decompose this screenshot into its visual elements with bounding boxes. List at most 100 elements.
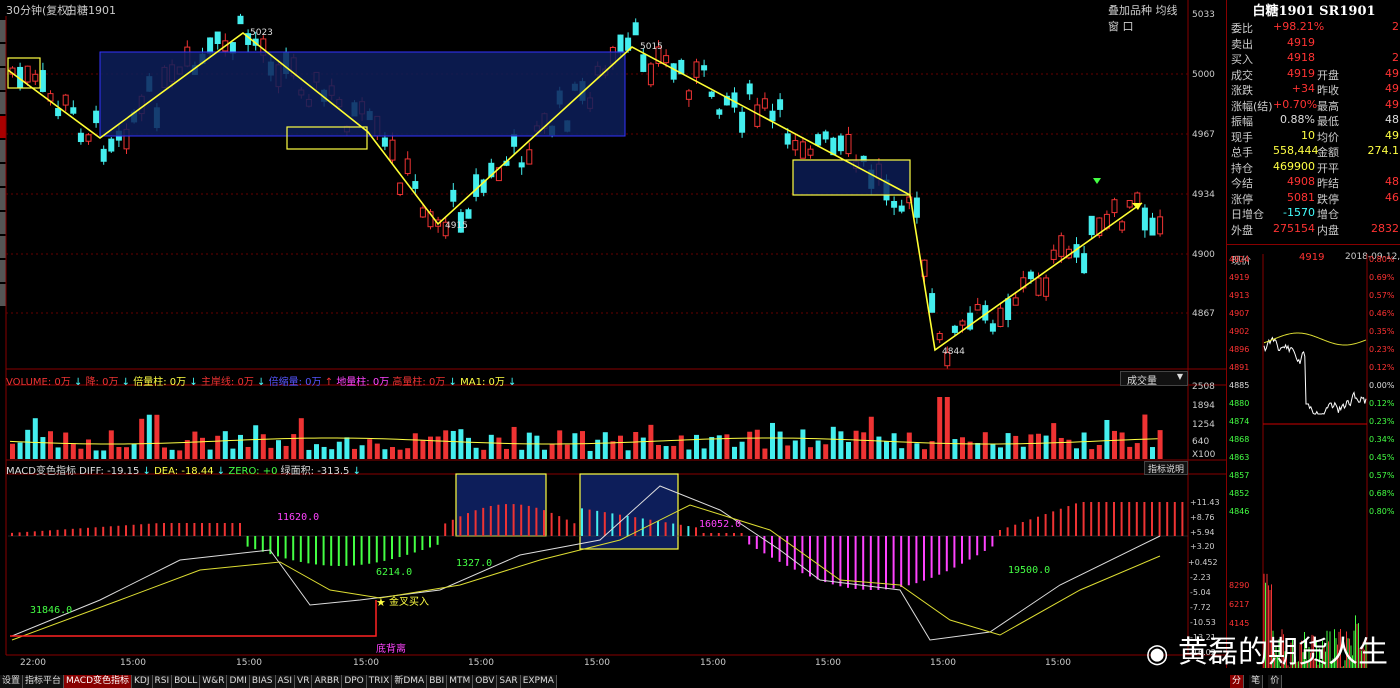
quote-value: 5081 <box>1287 190 1315 204</box>
time-tick: 15:00 <box>353 658 379 668</box>
candle-body <box>708 91 715 97</box>
candle-body <box>518 162 525 168</box>
candle-body <box>761 98 768 109</box>
volume-bar <box>321 446 327 459</box>
mini-right-tick: 0.34% <box>1369 435 1395 444</box>
volume-tick: 1254 <box>1192 420 1215 430</box>
price-mark: 4844 <box>942 347 965 357</box>
price-tick: 4967 <box>1192 130 1215 140</box>
legend-item: 地量柱: 0万 <box>336 377 390 388</box>
candle-body <box>1126 199 1133 208</box>
volume-bar <box>1043 435 1049 459</box>
volume-bar <box>488 434 494 459</box>
mini-left-tick: 4863 <box>1229 453 1249 462</box>
volume-bar <box>139 418 145 459</box>
volume-bar <box>1051 423 1057 459</box>
volume-bar <box>1150 447 1155 459</box>
macd-highlight-box <box>579 473 679 550</box>
candle-body <box>100 148 107 162</box>
volume-bar <box>990 444 996 459</box>
candle-body <box>754 104 761 127</box>
candle-body <box>1035 277 1042 296</box>
watermark: ◉ 黄磊的期货人生 <box>1146 627 1388 671</box>
quote-row: 现手 10 均价 49 <box>1227 129 1400 144</box>
mini-right-tick: 0.12% <box>1369 399 1395 408</box>
candle-body <box>419 207 426 218</box>
volume-bar <box>86 439 91 459</box>
volume-tick: 640 <box>1192 437 1209 447</box>
candle-body <box>1050 249 1057 260</box>
mini-right-tick: 0.35% <box>1369 327 1395 336</box>
volume-bar <box>496 437 502 459</box>
volume-bar <box>344 437 350 459</box>
candle-body <box>898 205 905 212</box>
volume-bar <box>656 444 661 459</box>
candle-body <box>389 139 396 161</box>
legend-item: ZERO: +0 <box>228 466 278 477</box>
legend-item: ↓ <box>352 466 362 477</box>
mini-vol-tick: 6217 <box>1229 600 1249 609</box>
volume-bar <box>777 431 783 459</box>
volume-bar <box>260 434 266 459</box>
volume-bar <box>48 431 53 459</box>
candle-body <box>70 107 77 114</box>
volume-bar <box>428 436 433 459</box>
quote-extra: 48 <box>1385 175 1399 188</box>
macd-tick: +0.452 <box>1188 558 1218 567</box>
macd-annotation: 19500.0 <box>1008 565 1050 576</box>
quote-label: 振幅 <box>1231 115 1253 128</box>
candle-body <box>1058 235 1065 257</box>
volume-bar <box>511 426 517 459</box>
quote-row: 成交 4919 开盘 49 <box>1227 67 1400 82</box>
volume-bar <box>587 450 593 459</box>
volume-bar <box>268 447 274 459</box>
candle-body <box>807 148 814 156</box>
quote-row: 涨停 5081 跌停 46 <box>1227 191 1400 206</box>
mini-left-tick: 4880 <box>1229 399 1249 408</box>
intraday-mini-chart[interactable]: 4924 4919 4913 4907 4902 4896 4891 4885 4880 4874… <box>1227 254 1400 668</box>
volume-bar <box>17 442 23 459</box>
volume-bar <box>709 436 715 459</box>
volume-bar <box>808 447 813 459</box>
candle-body <box>830 137 837 156</box>
volume-bar <box>830 426 836 459</box>
legend-item: 高量柱: 0万 <box>392 377 446 388</box>
volume-bar <box>1028 434 1034 459</box>
main-chart[interactable]: 5023 5015 4915 4844 5033 5000 4967 4934 … <box>0 0 1226 668</box>
candle-body <box>913 197 920 218</box>
volume-bar <box>473 447 479 459</box>
volume-bar <box>481 449 487 459</box>
volume-bar <box>747 431 753 459</box>
quote-row: 持仓 469900 开平 <box>1227 160 1400 175</box>
macd-annotation: 1327.0 <box>456 558 492 569</box>
volume-bar <box>671 445 677 459</box>
quote-extra: 49 <box>1385 97 1399 111</box>
volume-bar <box>200 437 205 459</box>
candle-body <box>1027 271 1034 280</box>
volume-bar <box>580 431 585 459</box>
indicator-help-button[interactable]: 指标说明 <box>1144 461 1188 475</box>
candle-body <box>381 137 388 147</box>
volume-bar <box>276 440 281 459</box>
volume-bar <box>443 430 449 459</box>
quote-row: 买入 4918 2 <box>1227 51 1400 66</box>
candle-body <box>685 90 692 100</box>
volume-bar <box>222 431 228 459</box>
volume-bar <box>686 449 692 459</box>
quote-extra: 46 <box>1385 190 1399 204</box>
candle-body <box>746 83 753 95</box>
macd-tick: +8.76 <box>1190 513 1215 522</box>
volume-bar <box>215 435 221 459</box>
mini-left-tick: 4919 <box>1229 273 1249 282</box>
quote-label: 持仓 <box>1231 161 1253 175</box>
quote-value: 469900 <box>1273 159 1315 173</box>
volume-bar <box>207 449 213 459</box>
volume-tick: X100 <box>1192 450 1216 460</box>
volume-bar <box>785 445 791 459</box>
candle-body <box>1081 253 1088 274</box>
quote-label: 卖出 <box>1231 37 1253 51</box>
legend-item: ↓ <box>121 377 131 388</box>
star-icon: ★ <box>376 596 386 609</box>
indicator-dropdown[interactable]: 成交量 ▼ <box>1120 371 1188 387</box>
candle-body <box>1141 207 1148 231</box>
